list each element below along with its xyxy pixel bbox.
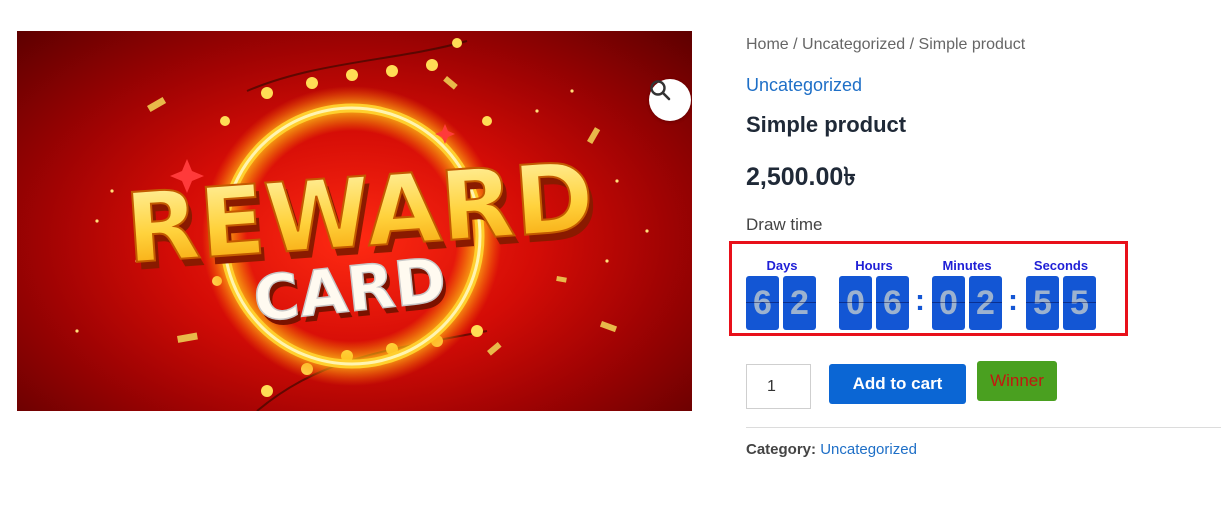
product-title: Simple product <box>746 112 907 137</box>
category-key: Category: <box>746 441 817 458</box>
product-meta: Category: Uncategorized <box>746 441 917 458</box>
seconds-digit-1: 5 <box>1026 276 1059 330</box>
minutes-digit-2: 2 <box>969 276 1002 330</box>
hours-digit-2: 6 <box>876 276 909 330</box>
reward-card-illustration: REWARD REWARD CARD CARD <box>75 38 649 411</box>
hours-digit-1: 0 <box>839 276 872 330</box>
minutes-digit-1: 0 <box>932 276 965 330</box>
divider <box>746 427 1221 428</box>
category-link[interactable]: Uncategorized <box>746 75 862 96</box>
seconds-digit-2: 5 <box>1063 276 1096 330</box>
days-label: Days <box>766 258 798 273</box>
quantity-input[interactable] <box>746 364 811 409</box>
category-meta-link[interactable]: Uncategorized <box>820 441 917 458</box>
countdown-timer: Days Hours Minutes Seconds 6 2 0 6 : 0 2… <box>729 241 1128 336</box>
minutes-label: Minutes <box>942 258 992 273</box>
hours-label: Hours <box>855 258 893 273</box>
time-separator: : <box>915 284 925 317</box>
add-to-cart-button[interactable]: Add to cart <box>829 364 966 404</box>
product-price: 2,500.00৳ <box>746 163 856 191</box>
time-separator: : <box>1008 284 1018 317</box>
magnifier-icon <box>650 80 671 101</box>
breadcrumb[interactable]: Home / Uncategorized / Simple product <box>746 36 1025 54</box>
zoom-button[interactable] <box>649 79 691 121</box>
winner-button[interactable]: Winner <box>977 361 1057 401</box>
days-digit-1: 6 <box>746 276 779 330</box>
days-digit-2: 2 <box>783 276 816 330</box>
product-image[interactable]: REWARD REWARD CARD CARD <box>17 31 692 411</box>
seconds-label: Seconds <box>1033 258 1089 273</box>
draw-time-label: Draw time <box>746 215 823 234</box>
